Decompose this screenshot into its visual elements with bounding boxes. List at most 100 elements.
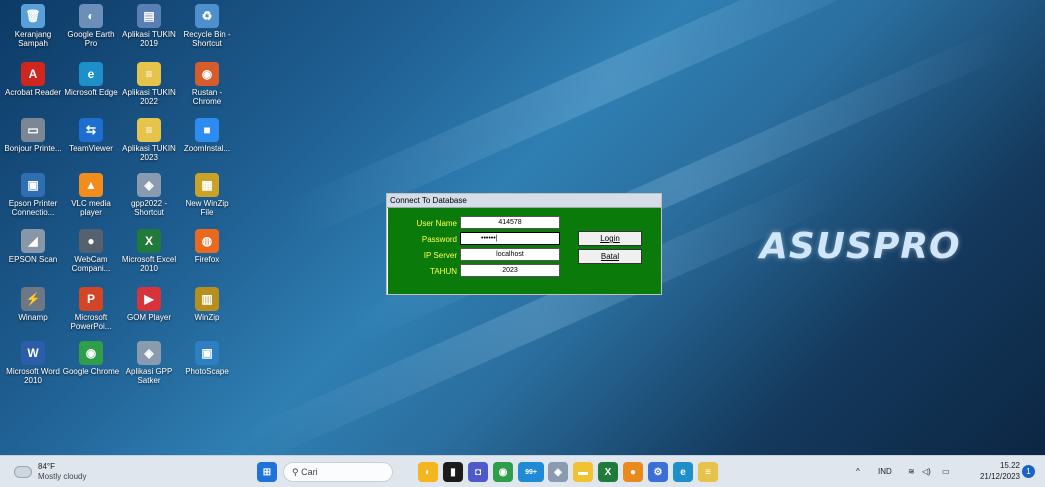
desktop-icon-label: gpp2022 - Shortcut — [130, 199, 168, 217]
desktop-icon[interactable]: ▥ WinZip — [178, 287, 236, 322]
taskbar-app-orange[interactable]: ● — [623, 462, 643, 482]
tahun-field[interactable]: 2023 — [460, 264, 560, 277]
desktop-icon[interactable]: W Microsoft Word 2010 — [4, 341, 62, 385]
start-button[interactable]: ⊞ — [257, 462, 277, 482]
tukin-icon: ≡ — [705, 466, 711, 478]
desktop-icon[interactable]: ≡ Aplikasi TUKIN 2023 — [120, 118, 178, 162]
desktop-icon-label: WinZip — [194, 313, 220, 322]
desktop-icon[interactable]: P Microsoft PowerPoi... — [62, 287, 120, 331]
desktop-icon-label: EPSON Scan — [8, 255, 58, 264]
clock[interactable]: 15.22 21/12/2023 — [968, 460, 1020, 482]
desktop-icon[interactable]: e Microsoft Edge — [62, 62, 120, 97]
desktop-icon[interactable]: ◉ Google Chrome — [62, 341, 120, 376]
desktop-icon[interactable]: X Microsoft Excel 2010 — [120, 229, 178, 273]
chat-icon: ◘ — [474, 466, 482, 478]
desktop-icon[interactable]: ▭ Bonjour Printe... — [4, 118, 62, 153]
taskbar-app-edge[interactable]: 99+ — [518, 462, 544, 482]
desktop-icon[interactable]: ≡ Aplikasi TUKIN 2022 — [120, 62, 178, 106]
tahun-label: TAHUN — [430, 267, 457, 276]
desktop-icon-label: Microsoft Edge — [64, 88, 118, 97]
desktop-icon[interactable]: ◍ Firefox — [178, 229, 236, 264]
desktop-icon[interactable]: ◢ EPSON Scan — [4, 229, 62, 264]
desktop-icon[interactable]: ▣ Epson Printer Connectio... — [4, 173, 62, 217]
app-icon: e — [79, 62, 103, 86]
desktop-icon[interactable]: ⚡ Winamp — [4, 287, 62, 322]
password-field[interactable]: •••••• — [460, 232, 560, 245]
asuspro-brand-logo: ASUSPRO — [760, 226, 961, 267]
clock-time: 15.22 — [999, 461, 1020, 470]
folder-icon: ▬ — [578, 466, 588, 478]
taskbar-app-gpp[interactable]: ◈ — [548, 462, 568, 482]
desktop-icon[interactable]: ▲ VLC media player — [62, 173, 120, 217]
desktop-icon[interactable]: ● WebCam Compani... — [62, 229, 120, 273]
dialog-title: Connect To Database — [387, 194, 661, 208]
task-view-icon: ▮ — [450, 466, 456, 478]
desktop-icon[interactable]: ▤ Aplikasi TUKIN 2019 — [120, 4, 178, 48]
taskbar-app-edge-browser[interactable]: e — [673, 462, 693, 482]
taskbar-app-widgets[interactable]: ◐ — [418, 462, 438, 482]
wifi-icon[interactable]: ≋ — [908, 456, 915, 487]
language-indicator[interactable]: IND — [878, 456, 892, 487]
desktop-icon-label: VLC media player — [71, 199, 111, 217]
ip-server-field[interactable]: localhost — [460, 248, 560, 261]
desktop-icon[interactable]: ⇆ TeamViewer — [62, 118, 120, 153]
login-button[interactable]: Login — [578, 231, 642, 246]
app-icon: 🗑 — [21, 4, 45, 28]
search-box[interactable]: ⚲ Cari — [283, 462, 393, 482]
username-field[interactable]: 414578 — [460, 216, 560, 229]
ip-server-label: IP Server — [423, 251, 457, 260]
taskbar-app-chrome[interactable]: ◉ — [493, 462, 513, 482]
desktop-icon-label: Firefox — [194, 255, 220, 264]
desktop-icon-label: New WinZip File — [185, 199, 229, 217]
app-icon: ◐ — [79, 4, 103, 28]
volume-icon[interactable]: ◁) — [922, 456, 931, 487]
taskbar-app-settings[interactable]: ⚙ — [648, 462, 668, 482]
desktop-icon[interactable]: ◈ gpp2022 - Shortcut — [120, 173, 178, 217]
cloud-icon — [14, 466, 32, 478]
app-icon: ⚡ — [21, 287, 45, 311]
notification-badge[interactable]: 1 — [1022, 465, 1035, 478]
desktop-icon[interactable]: ◉ Rustan - Chrome — [178, 62, 236, 106]
username-label: User Name — [416, 219, 457, 228]
weather-widget[interactable]: 84°F Mostly cloudy — [14, 460, 86, 484]
desktop-icon-label: Winamp — [18, 313, 48, 322]
desktop-icon[interactable]: ■ ZoomInstal... — [178, 118, 236, 153]
desktop-icon[interactable]: ▶ GOM Player — [120, 287, 178, 322]
weather-temperature: 84°F — [38, 462, 55, 471]
desktop-icon-label: Google Chrome — [62, 367, 120, 376]
connect-to-database-dialog: Connect To Database User Name 414578 Pas… — [386, 193, 662, 295]
app-icon: ▲ — [79, 173, 103, 197]
battery-icon[interactable]: ▭ — [942, 456, 950, 487]
desktop-icon-label: WebCam Compani... — [71, 255, 111, 273]
desktop-icon-label: Rustan - Chrome — [191, 88, 223, 106]
desktop-icon[interactable]: ◈ Aplikasi GPP Satker — [120, 341, 178, 385]
desktop-icon-label: Aplikasi GPP Satker — [125, 367, 173, 385]
app-icon: ▶ — [137, 287, 161, 311]
app-icon: ▭ — [21, 118, 45, 142]
desktop-icon-label: Recycle Bin - Shortcut — [183, 30, 231, 48]
desktop-icon-label: Microsoft PowerPoi... — [70, 313, 112, 331]
desktop-icon[interactable]: ▣ PhotoScape — [178, 341, 236, 376]
app-icon: ▦ — [195, 173, 219, 197]
desktop-icon[interactable]: ♻ Recycle Bin - Shortcut — [178, 4, 236, 48]
desktop-icon[interactable]: A Acrobat Reader — [4, 62, 62, 97]
desktop-icon-label: Keranjang Sampah — [14, 30, 52, 48]
desktop-icon[interactable]: ▦ New WinZip File — [178, 173, 236, 217]
cancel-button-label: Batal — [600, 252, 620, 261]
app-icon: ≡ — [137, 62, 161, 86]
desktop-icon[interactable]: ◐ Google Earth Pro — [62, 4, 120, 48]
taskbar-app-taskview[interactable]: ▮ — [443, 462, 463, 482]
gear-icon: ⚙ — [653, 466, 663, 478]
cancel-button[interactable]: Batal — [578, 249, 642, 264]
taskbar-app-chat[interactable]: ◘ — [468, 462, 488, 482]
desktop-icon-label: Aplikasi TUKIN 2019 — [122, 30, 176, 48]
desktop-icon-label: GOM Player — [126, 313, 171, 322]
tray-chevron-up-icon[interactable]: ^ — [856, 456, 860, 487]
app-icon: P — [79, 287, 103, 311]
taskbar-app-file-explorer[interactable]: ▬ — [573, 462, 593, 482]
taskbar-app-excel[interactable]: X — [598, 462, 618, 482]
desktop-icon[interactable]: 🗑 Keranjang Sampah — [4, 4, 62, 48]
taskbar-app-tukin[interactable]: ≡ — [698, 462, 718, 482]
app-icon: ⇆ — [79, 118, 103, 142]
app-icon: ▤ — [137, 4, 161, 28]
